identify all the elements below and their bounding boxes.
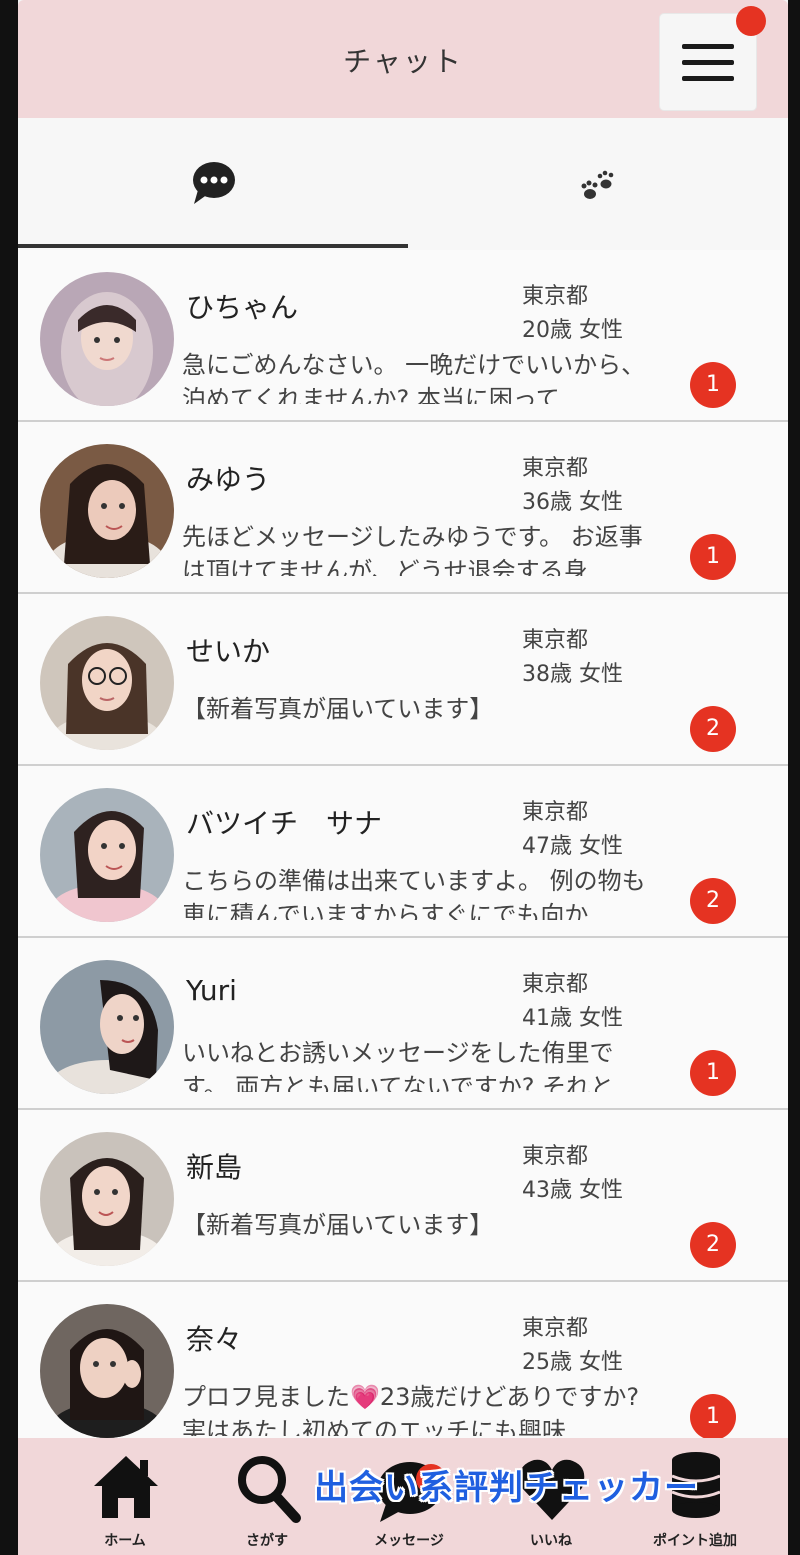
chat-prefecture: 東京都 (522, 972, 589, 997)
tab-footprints[interactable] (578, 166, 618, 206)
chat-age-gender: 38歳 女性 (522, 662, 623, 687)
unread-badge: 1 (690, 1394, 736, 1440)
nav-label: さがす (246, 1533, 288, 1549)
tab-chat[interactable] (192, 160, 236, 208)
nav-label: ポイント追加 (653, 1533, 737, 1549)
home-icon (94, 1456, 158, 1518)
chat-message-preview: 【新着写真が届いています】 (182, 1211, 494, 1239)
unread-badge: 1 (690, 534, 736, 580)
menu-bar-icon (682, 44, 734, 49)
menu-bar-icon (682, 76, 734, 81)
chat-prefecture: 東京都 (522, 456, 589, 481)
chat-list-item[interactable]: ひちゃん 東京都 20歳 女性 急にごめんなさい。 一晩だけでいいから、泊めてく… (18, 250, 788, 422)
avatar (40, 1132, 174, 1266)
chat-age-gender: 20歳 女性 (522, 318, 623, 343)
chat-name: バツイチ サナ (186, 807, 383, 840)
chat-age-gender: 43歳 女性 (522, 1178, 623, 1203)
nav-search[interactable]: さがす (212, 1446, 322, 1551)
unread-badge: 1 (690, 362, 736, 408)
chat-list-item[interactable]: 新島 東京都 43歳 女性 【新着写真が届いています】 2 (18, 1110, 788, 1282)
unread-badge: 2 (690, 1222, 736, 1268)
paw-icon (581, 170, 614, 199)
notification-dot (736, 6, 766, 36)
chat-age-gender: 41歳 女性 (522, 1006, 623, 1031)
header-bar: チャット (18, 0, 788, 118)
chat-bubble-icon (193, 162, 235, 204)
avatar (40, 1304, 174, 1438)
chat-message-preview: こちらの準備は出来ていますよ。 例の物も車に積んでいますからすぐにでも向か (182, 867, 646, 920)
menu-bar-icon (682, 60, 734, 65)
chat-list-item[interactable]: 奈々 東京都 25歳 女性 プロフ見ました💗23歳だけどありですか? 実はあたし… (18, 1282, 788, 1454)
chat-prefecture: 東京都 (522, 1316, 589, 1341)
avatar (40, 616, 174, 750)
chat-prefecture: 東京都 (522, 1144, 589, 1169)
chat-name: Yuri (186, 974, 237, 1007)
chat-name: ひちゃん (186, 291, 299, 324)
chat-prefecture: 東京都 (522, 284, 589, 309)
chat-age-gender: 25歳 女性 (522, 1350, 623, 1375)
chat-message-preview: 急にごめんなさい。 一晩だけでいいから、泊めてくれませんか? 本当に困って (182, 351, 646, 404)
chat-name: 新島 (186, 1151, 243, 1184)
watermark-text: 出会い系評判チェッカー (314, 1468, 699, 1508)
chat-list-item[interactable]: せいか 東京都 38歳 女性 【新着写真が届いています】 2 (18, 594, 788, 766)
chat-name: 奈々 (186, 1323, 243, 1356)
avatar (40, 272, 174, 406)
avatar (40, 960, 174, 1094)
search-icon (238, 1456, 301, 1523)
unread-badge: 1 (690, 1050, 736, 1096)
chat-screen: チャット ひちゃん 東京都 20歳 女性 急にごめんなさい。 一晩だけでいいから… (18, 0, 788, 1555)
chat-age-gender: 47歳 女性 (522, 834, 623, 859)
avatar (40, 788, 174, 922)
chat-list-item[interactable]: バツイチ サナ 東京都 47歳 女性 こちらの準備は出来ていますよ。 例の物も車… (18, 766, 788, 938)
nav-label: ホーム (104, 1533, 146, 1549)
nav-home[interactable]: ホーム (70, 1446, 180, 1551)
chat-message-preview: プロフ見ました💗23歳だけどありですか? 実はあたし初めてのエッチにも興味 (182, 1383, 640, 1436)
chat-message-preview: 【新着写真が届いています】 (182, 695, 494, 723)
chat-message-preview: いいねとお誘いメッセージをした侑里です。 両方とも届いてないですか? それと (182, 1039, 615, 1092)
nav-label: メッセージ (374, 1533, 444, 1549)
tab-bar (18, 118, 788, 250)
chat-message-preview: 先ほどメッセージしたみゆうです。 お返事は頂けてませんが、どうせ退会する身 (182, 523, 643, 576)
chat-age-gender: 36歳 女性 (522, 490, 623, 515)
chat-name: せいか (186, 635, 271, 668)
chat-list-item[interactable]: Yuri 東京都 41歳 女性 いいねとお誘いメッセージをした侑里です。 両方と… (18, 938, 788, 1110)
chat-prefecture: 東京都 (522, 628, 589, 653)
chat-list: ひちゃん 東京都 20歳 女性 急にごめんなさい。 一晩だけでいいから、泊めてく… (18, 250, 788, 1454)
avatar (40, 444, 174, 578)
nav-label: いいね (530, 1533, 572, 1549)
active-tab-indicator (18, 244, 408, 248)
chat-prefecture: 東京都 (522, 800, 589, 825)
unread-badge: 2 (690, 878, 736, 924)
chat-list-item[interactable]: みゆう 東京都 36歳 女性 先ほどメッセージしたみゆうです。 お返事は頂けてま… (18, 422, 788, 594)
unread-badge: 2 (690, 706, 736, 752)
chat-name: みゆう (186, 463, 271, 496)
